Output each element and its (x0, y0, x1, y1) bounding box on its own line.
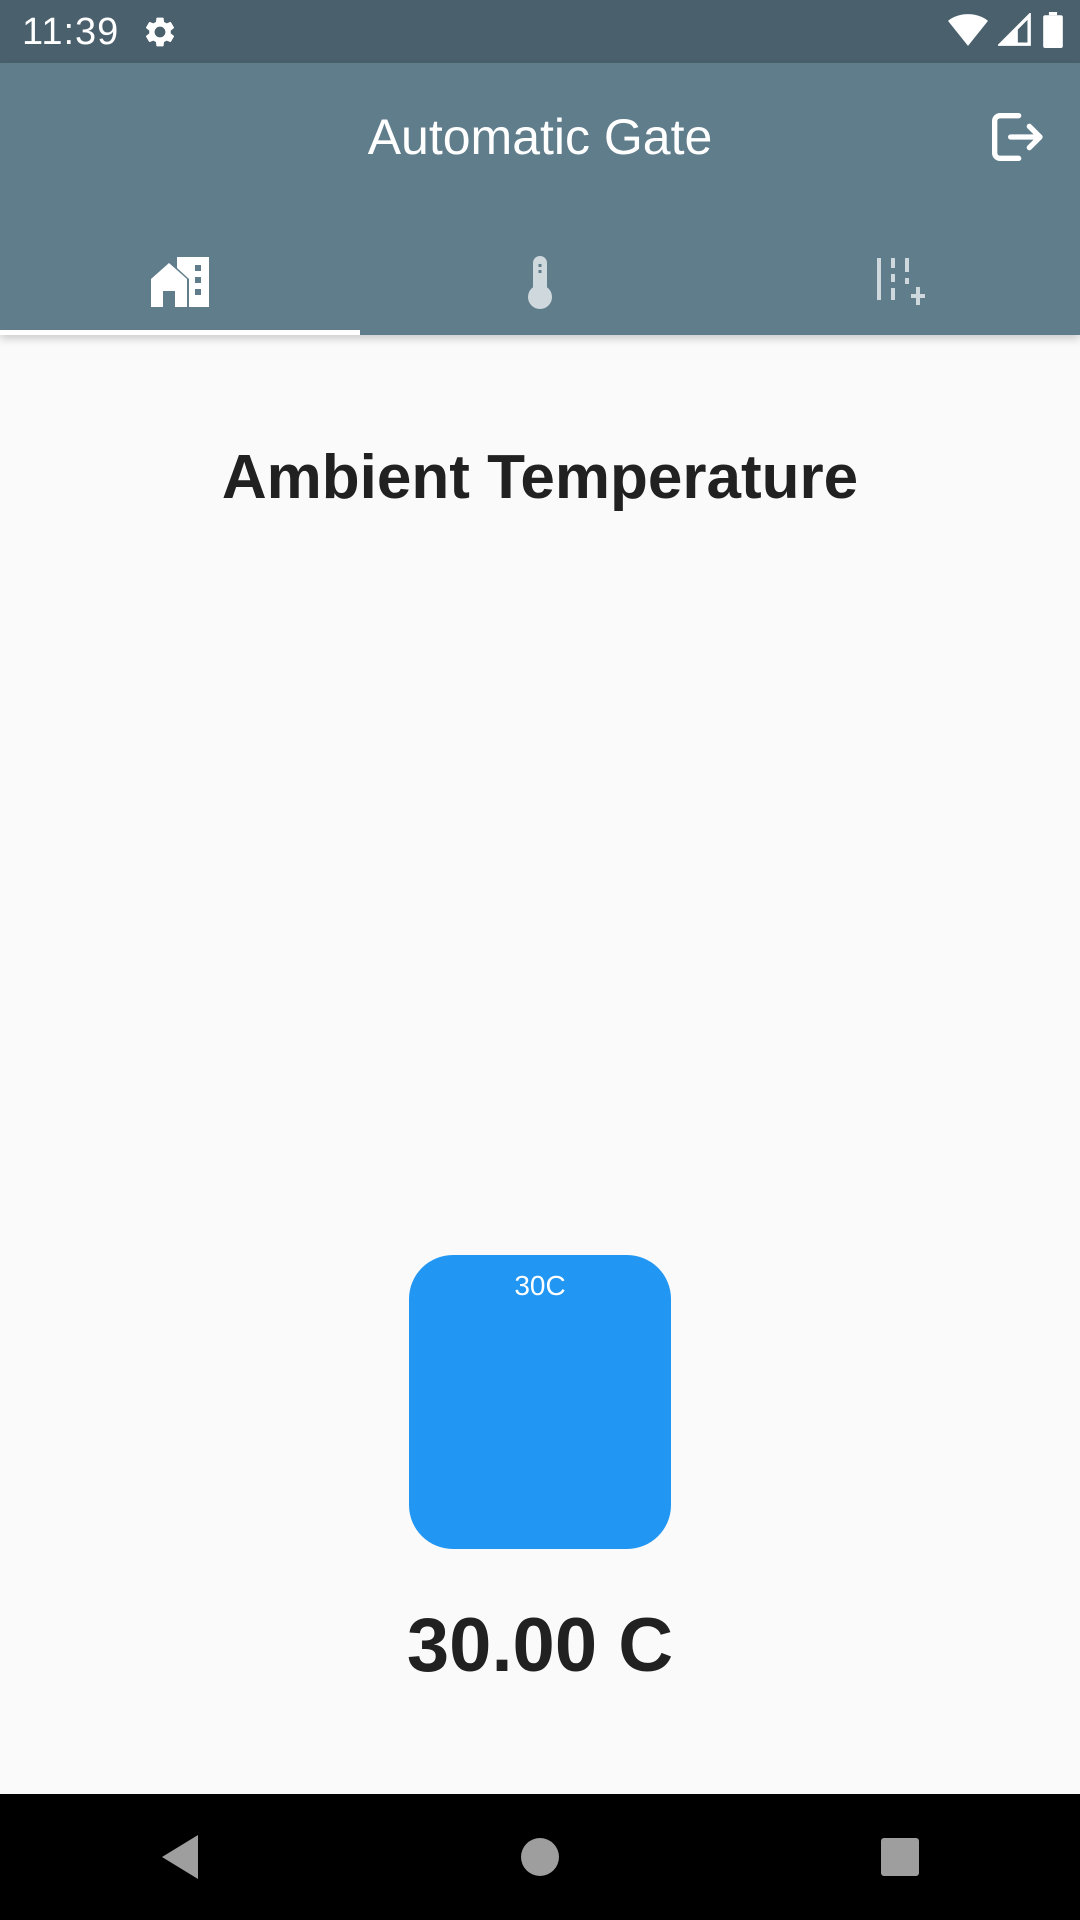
logout-button[interactable] (984, 105, 1048, 169)
tab-settings[interactable] (720, 233, 1080, 335)
wifi-icon (948, 13, 988, 52)
home-icon (521, 1838, 559, 1876)
settings-icon (142, 14, 178, 50)
app-title: Automatic Gate (367, 109, 713, 165)
status-time: 11:39 (22, 11, 120, 53)
home-button[interactable] (480, 1807, 600, 1907)
tab-home[interactable] (0, 233, 360, 335)
status-icons (948, 11, 1064, 53)
temperature-gauge: 30C (409, 1255, 671, 1549)
page-title: Ambient Temperature (221, 443, 859, 512)
status-bar: 11:39 (0, 0, 1080, 63)
logout-icon (992, 113, 1043, 161)
battery-icon (1042, 11, 1064, 53)
recents-icon (881, 1838, 919, 1876)
sliders-add-icon (873, 256, 927, 313)
home-building-icon (149, 256, 211, 312)
thermometer-icon (524, 254, 556, 315)
tab-selected-indicator (0, 330, 360, 335)
temperature-reading: 30.00 C (406, 1603, 674, 1688)
back-icon (162, 1835, 198, 1879)
gauge-label: 30C (514, 1270, 566, 1301)
screen: 11:39 Automatic Gate Ambient Temperature… (0, 0, 1080, 1920)
signal-icon (996, 11, 1032, 52)
recents-button[interactable] (840, 1807, 960, 1907)
system-nav-bar (0, 1794, 1080, 1920)
tab-bar (0, 233, 1080, 335)
tab-temperature[interactable] (360, 233, 720, 335)
back-button[interactable] (120, 1807, 240, 1907)
app-bar: Automatic Gate (0, 63, 1080, 335)
